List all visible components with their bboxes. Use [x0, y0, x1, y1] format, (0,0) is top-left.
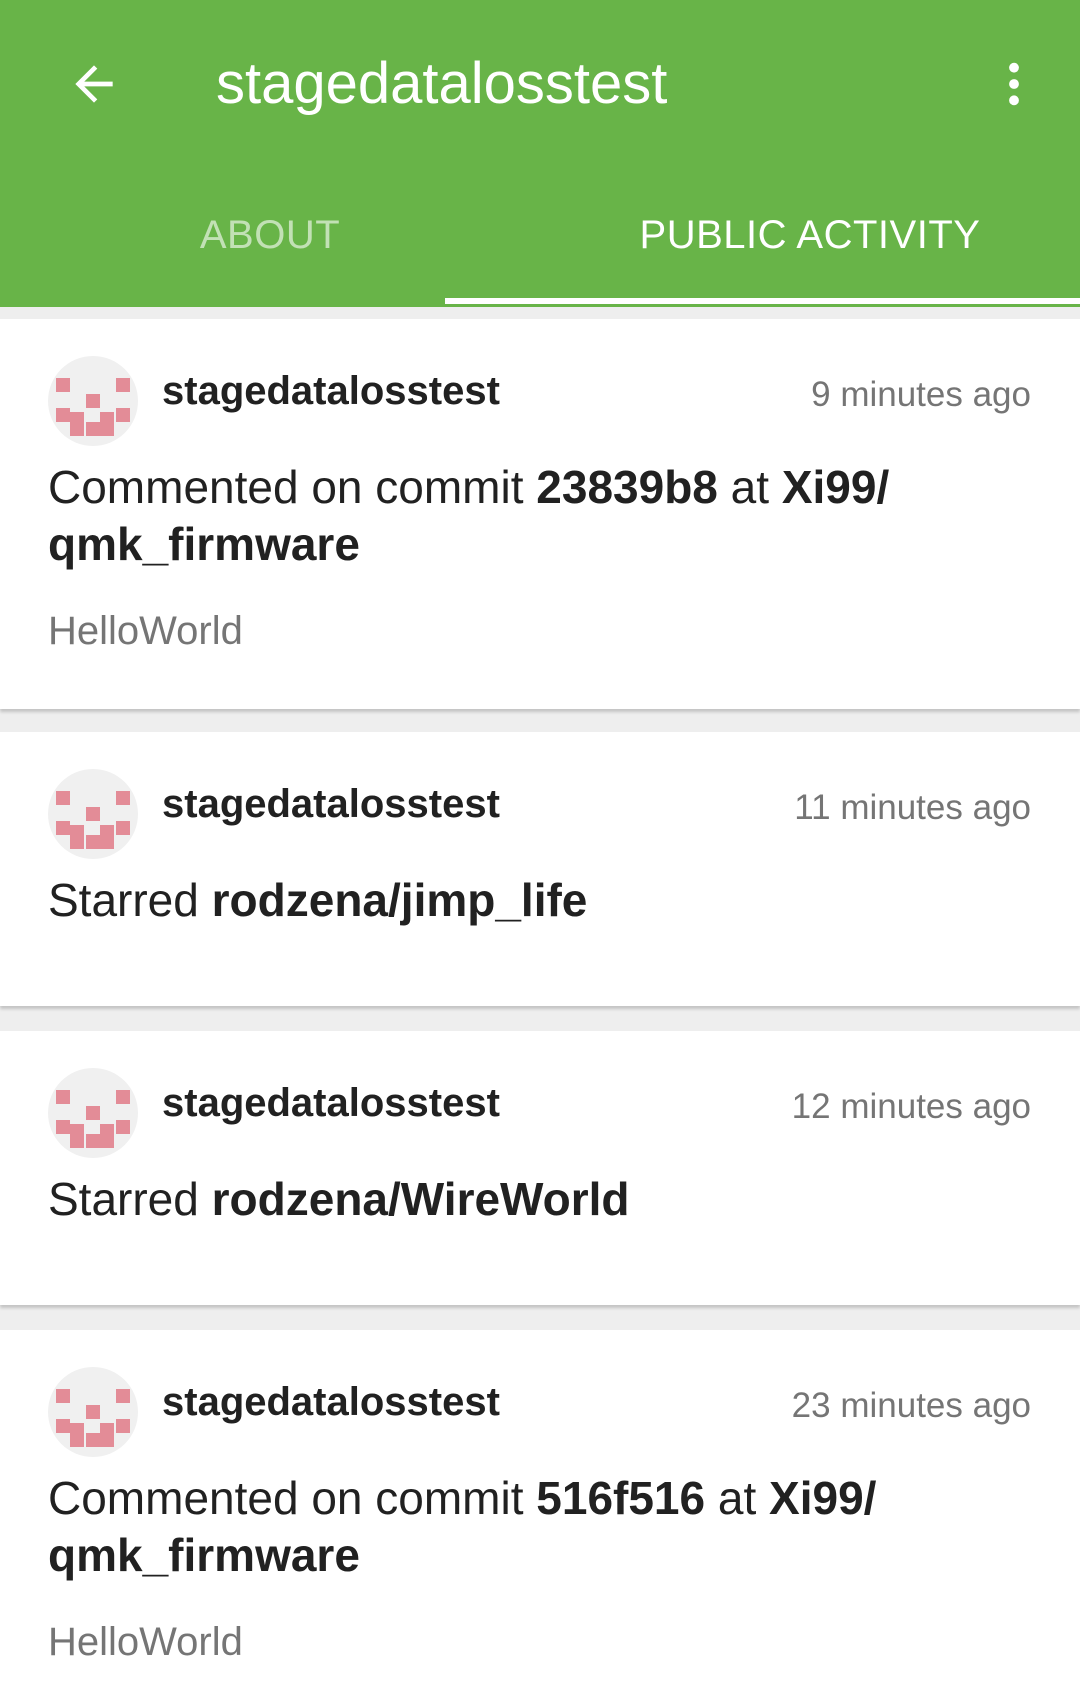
avatar[interactable]	[48, 1367, 138, 1457]
comment-body: HelloWorld	[48, 1620, 243, 1664]
tab-bar: ABOUT PUBLIC ACTIVITY	[0, 190, 1080, 307]
repo-link[interactable]: rodzena/jimp_life	[212, 874, 588, 926]
activity-username[interactable]: stagedatalosstest	[162, 1081, 500, 1126]
activity-time: 23 minutes ago	[791, 1386, 1031, 1425]
avatar[interactable]	[48, 356, 138, 446]
activity-time: 9 minutes ago	[811, 375, 1031, 414]
arrow-back-icon	[75, 65, 113, 103]
commit-link[interactable]: 23839b8	[536, 461, 718, 513]
active-tab-indicator	[445, 298, 1080, 304]
activity-action-text: Starred	[48, 874, 212, 926]
commit-link[interactable]: 516f516	[536, 1472, 705, 1524]
activity-item[interactable]: stagedatalosstest 12 minutes ago Starred…	[0, 1031, 1080, 1305]
page-title: stagedatalosstest	[216, 51, 668, 116]
activity-time: 11 minutes ago	[794, 788, 1031, 827]
activity-action-text: Commented on commit	[48, 461, 537, 513]
activity-connector-text: at	[717, 461, 782, 513]
identicon-avatar-icon	[56, 1090, 130, 1148]
activity-action-text: Starred	[48, 1173, 212, 1225]
identicon-avatar-icon	[56, 1389, 130, 1447]
activity-username[interactable]: stagedatalosstest	[162, 1380, 500, 1425]
activity-username[interactable]: stagedatalosstest	[162, 782, 500, 827]
identicon-avatar-icon	[56, 378, 130, 436]
activity-item[interactable]: stagedatalosstest 9 minutes ago Commente…	[0, 319, 1080, 709]
activity-action-text: Commented on commit	[48, 1472, 537, 1524]
repo-link[interactable]: rodzena/WireWorld	[212, 1173, 630, 1225]
activity-description: Commented on commit 23839b8 at Xi99/ qmk…	[48, 459, 1008, 573]
overflow-menu-button[interactable]	[964, 34, 1064, 134]
tab-about-label: ABOUT	[199, 213, 341, 257]
activity-item[interactable]: stagedatalosstest 11 minutes ago Starred…	[0, 732, 1080, 1006]
activity-description: Starred rodzena/WireWorld	[48, 1171, 1008, 1228]
tab-about[interactable]: ABOUT	[0, 190, 540, 307]
activity-time: 12 minutes ago	[791, 1087, 1031, 1126]
activity-description: Commented on commit 516f516 at Xi99/ qmk…	[48, 1470, 1008, 1584]
activity-connector-text: at	[705, 1472, 770, 1524]
identicon-avatar-icon	[56, 791, 130, 849]
tab-public-activity-label: PUBLIC ACTIVITY	[639, 213, 981, 257]
avatar[interactable]	[48, 1068, 138, 1158]
app-bar: stagedatalosstest ABOUT PUBLIC ACTIVITY	[0, 0, 1080, 307]
tab-public-activity[interactable]: PUBLIC ACTIVITY	[540, 190, 1080, 307]
more-vert-icon	[1009, 62, 1019, 106]
activity-item[interactable]: stagedatalosstest 23 minutes ago Comment…	[0, 1330, 1080, 1699]
activity-feed: stagedatalosstest 9 minutes ago Commente…	[0, 307, 1080, 1699]
back-button[interactable]	[44, 34, 144, 134]
app-screen: stagedatalosstest ABOUT PUBLIC ACTIVITY	[0, 0, 1080, 1699]
activity-username[interactable]: stagedatalosstest	[162, 369, 500, 414]
activity-description: Starred rodzena/jimp_life	[48, 872, 1008, 929]
avatar[interactable]	[48, 769, 138, 859]
comment-body: HelloWorld	[48, 609, 243, 653]
